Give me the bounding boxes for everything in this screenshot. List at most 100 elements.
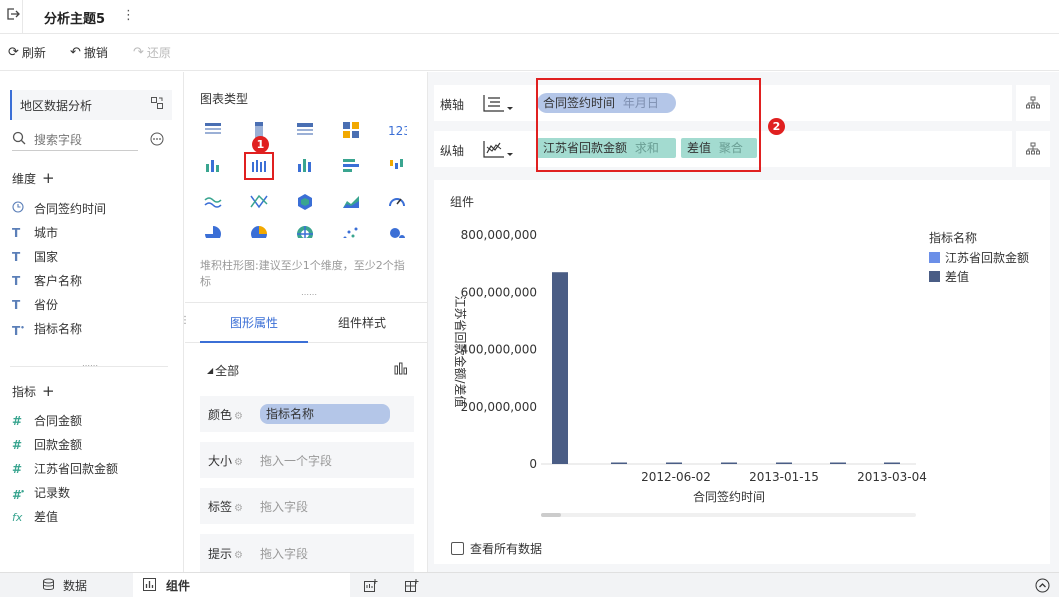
field-item[interactable]: # 回款金额	[12, 433, 172, 457]
mid-drag-handle-icon[interactable]: ⋯⋯	[301, 290, 317, 299]
field-label: 省份	[34, 298, 59, 312]
x-tick-label: 2013-03-04	[857, 470, 927, 484]
number-icon[interactable]: 123	[382, 116, 412, 144]
legend-entry: 差值	[945, 269, 969, 284]
stacked-bar-icon[interactable]	[244, 152, 274, 180]
drag-handle-icon[interactable]: ⋯⋯	[82, 361, 98, 370]
y-tick-label: 800,000,000	[461, 228, 537, 242]
donut-pie-icon[interactable]	[244, 224, 274, 238]
field-item[interactable]: # 江苏省回款金额	[12, 457, 172, 481]
x-tick-label: 2013-01-15	[749, 470, 819, 484]
expand-up-icon[interactable]	[1035, 578, 1050, 596]
toolbar: ⟳ 刷新 ↶ 撤销 ↷ 还原	[0, 34, 1059, 71]
refresh-button[interactable]: ⟳ 刷新	[8, 44, 46, 61]
tab-component[interactable]: 组件	[133, 573, 350, 597]
kpi-card-icon[interactable]	[336, 116, 366, 144]
text-field-icon: T	[12, 298, 21, 312]
chart-config-panel: 图表类型 123 1 堆积柱形图:建议至少1个维度，至少2个指标 ⋯⋯ 图形属性…	[185, 72, 428, 572]
more-menu-icon[interactable]: ⋮	[122, 8, 135, 23]
measure-header: 指标 +	[12, 382, 55, 400]
dataset-selector[interactable]: 地区数据分析	[10, 90, 172, 120]
chart-settings-icon[interactable]	[394, 361, 408, 378]
tab-component-style[interactable]: 组件样式	[308, 303, 416, 343]
tab-data[interactable]: 数据	[0, 573, 133, 597]
color-field-pill[interactable]: 指标名称	[260, 404, 390, 424]
bubble-icon[interactable]	[382, 224, 412, 238]
field-options-icon[interactable]	[150, 132, 164, 149]
bar	[830, 462, 846, 464]
analysis-title[interactable]: 分析主题5	[44, 8, 105, 27]
x-axis-title: 合同签约时间	[693, 489, 765, 504]
all-props-toggle[interactable]: ◢ 全部	[207, 362, 239, 379]
field-item[interactable]: T 城市	[12, 221, 172, 245]
tooltip-drop-zone[interactable]: 拖入字段	[260, 545, 308, 562]
add-dimension-icon[interactable]: +	[42, 169, 55, 187]
field-label: 记录数	[34, 486, 71, 500]
detail-table-icon[interactable]	[290, 116, 320, 144]
switch-dataset-icon[interactable]	[150, 96, 164, 113]
search-input[interactable]	[34, 132, 134, 147]
x-axis-drop-extra	[1016, 85, 1050, 121]
text-field-icon: T	[12, 226, 21, 240]
undo-button[interactable]: ↶ 撤销	[70, 44, 108, 61]
label-drop-zone[interactable]: 拖入字段	[260, 498, 308, 515]
hierarchy-icon[interactable]	[1026, 142, 1040, 159]
size-drop-zone[interactable]: 拖入一个字段	[260, 452, 332, 469]
x-axis-type-icon[interactable]	[482, 93, 514, 116]
database-icon	[42, 578, 55, 594]
rose-chart-icon[interactable]	[290, 224, 320, 238]
prop-color: 颜色 ⚙ 指标名称	[200, 396, 414, 432]
field-item[interactable]: T 国家	[12, 245, 172, 269]
bar-chart-icon[interactable]	[290, 152, 320, 180]
horizontal-bar-icon[interactable]	[336, 152, 366, 180]
chart-scrollbar-thumb	[541, 513, 561, 517]
highlight-box-axes	[536, 78, 761, 172]
field-item[interactable]: #• 记录数	[12, 481, 172, 505]
hexagon-icon[interactable]	[290, 188, 320, 216]
checkbox[interactable]	[451, 542, 464, 555]
gear-icon[interactable]: ⚙	[234, 411, 243, 422]
prop-tooltip: 提示 ⚙ 拖入字段	[200, 534, 414, 572]
prop-label: 标签 ⚙ 拖入字段	[200, 488, 414, 524]
add-dashboard-icon[interactable]	[405, 579, 419, 596]
dimension-list: 合同签约时间 T 城市 T 国家 T 客户名称 T 省份 T• 指标名称	[12, 197, 172, 341]
gear-icon[interactable]: ⚙	[234, 550, 243, 561]
gear-icon[interactable]: ⚙	[234, 503, 243, 514]
field-item[interactable]: T 省份	[12, 293, 172, 317]
radar-line-icon[interactable]	[244, 188, 274, 216]
gear-icon[interactable]: ⚙	[234, 457, 243, 468]
dimension-header: 维度 +	[12, 169, 55, 187]
gauge-icon[interactable]	[382, 188, 412, 216]
text-field-icon: T	[12, 250, 21, 264]
line-chart-icon[interactable]	[198, 188, 228, 216]
pie-chart-icon[interactable]	[198, 224, 228, 238]
grouped-bar-icon[interactable]	[198, 152, 228, 180]
field-item[interactable]: T 客户名称	[12, 269, 172, 293]
add-measure-icon[interactable]: +	[42, 382, 55, 400]
undo-icon: ↶	[70, 45, 81, 60]
y-tick-label: 200,000,000	[461, 400, 537, 414]
y-axis-type-icon[interactable]	[482, 139, 514, 162]
component-card: 组件 800,000,000 600,000,000 400,000,000 200,…	[434, 180, 1050, 564]
field-item[interactable]: fx 差值	[12, 505, 172, 529]
number-field-icon: #	[12, 414, 23, 428]
tab-graphic-props[interactable]: 图形属性	[200, 303, 308, 343]
field-search[interactable]	[12, 129, 138, 151]
hierarchy-icon[interactable]	[1026, 96, 1040, 113]
area-chart-icon[interactable]	[336, 188, 366, 216]
waterfall-icon[interactable]	[382, 152, 412, 180]
view-all-data[interactable]: 查看所有数据	[451, 540, 542, 557]
chart-icon	[143, 577, 156, 594]
field-item[interactable]: # 合同金额	[12, 409, 172, 433]
add-component-icon[interactable]	[364, 579, 378, 596]
redo-button[interactable]: ↷ 还原	[133, 44, 171, 61]
bar	[666, 462, 682, 464]
y-tick-label: 600,000,000	[461, 285, 537, 299]
scatter-icon[interactable]	[336, 224, 366, 238]
text-field-custom-icon: T•	[12, 323, 25, 338]
table-icon[interactable]	[198, 116, 228, 144]
exit-icon[interactable]	[6, 7, 20, 25]
field-item[interactable]: 合同签约时间	[12, 197, 172, 221]
field-item[interactable]: T• 指标名称	[12, 317, 172, 341]
canvas-area: 横轴 合同签约时间 年月日 纵轴 江苏省回款金额 求和 差值 聚合 2 组件 8…	[428, 72, 1059, 572]
